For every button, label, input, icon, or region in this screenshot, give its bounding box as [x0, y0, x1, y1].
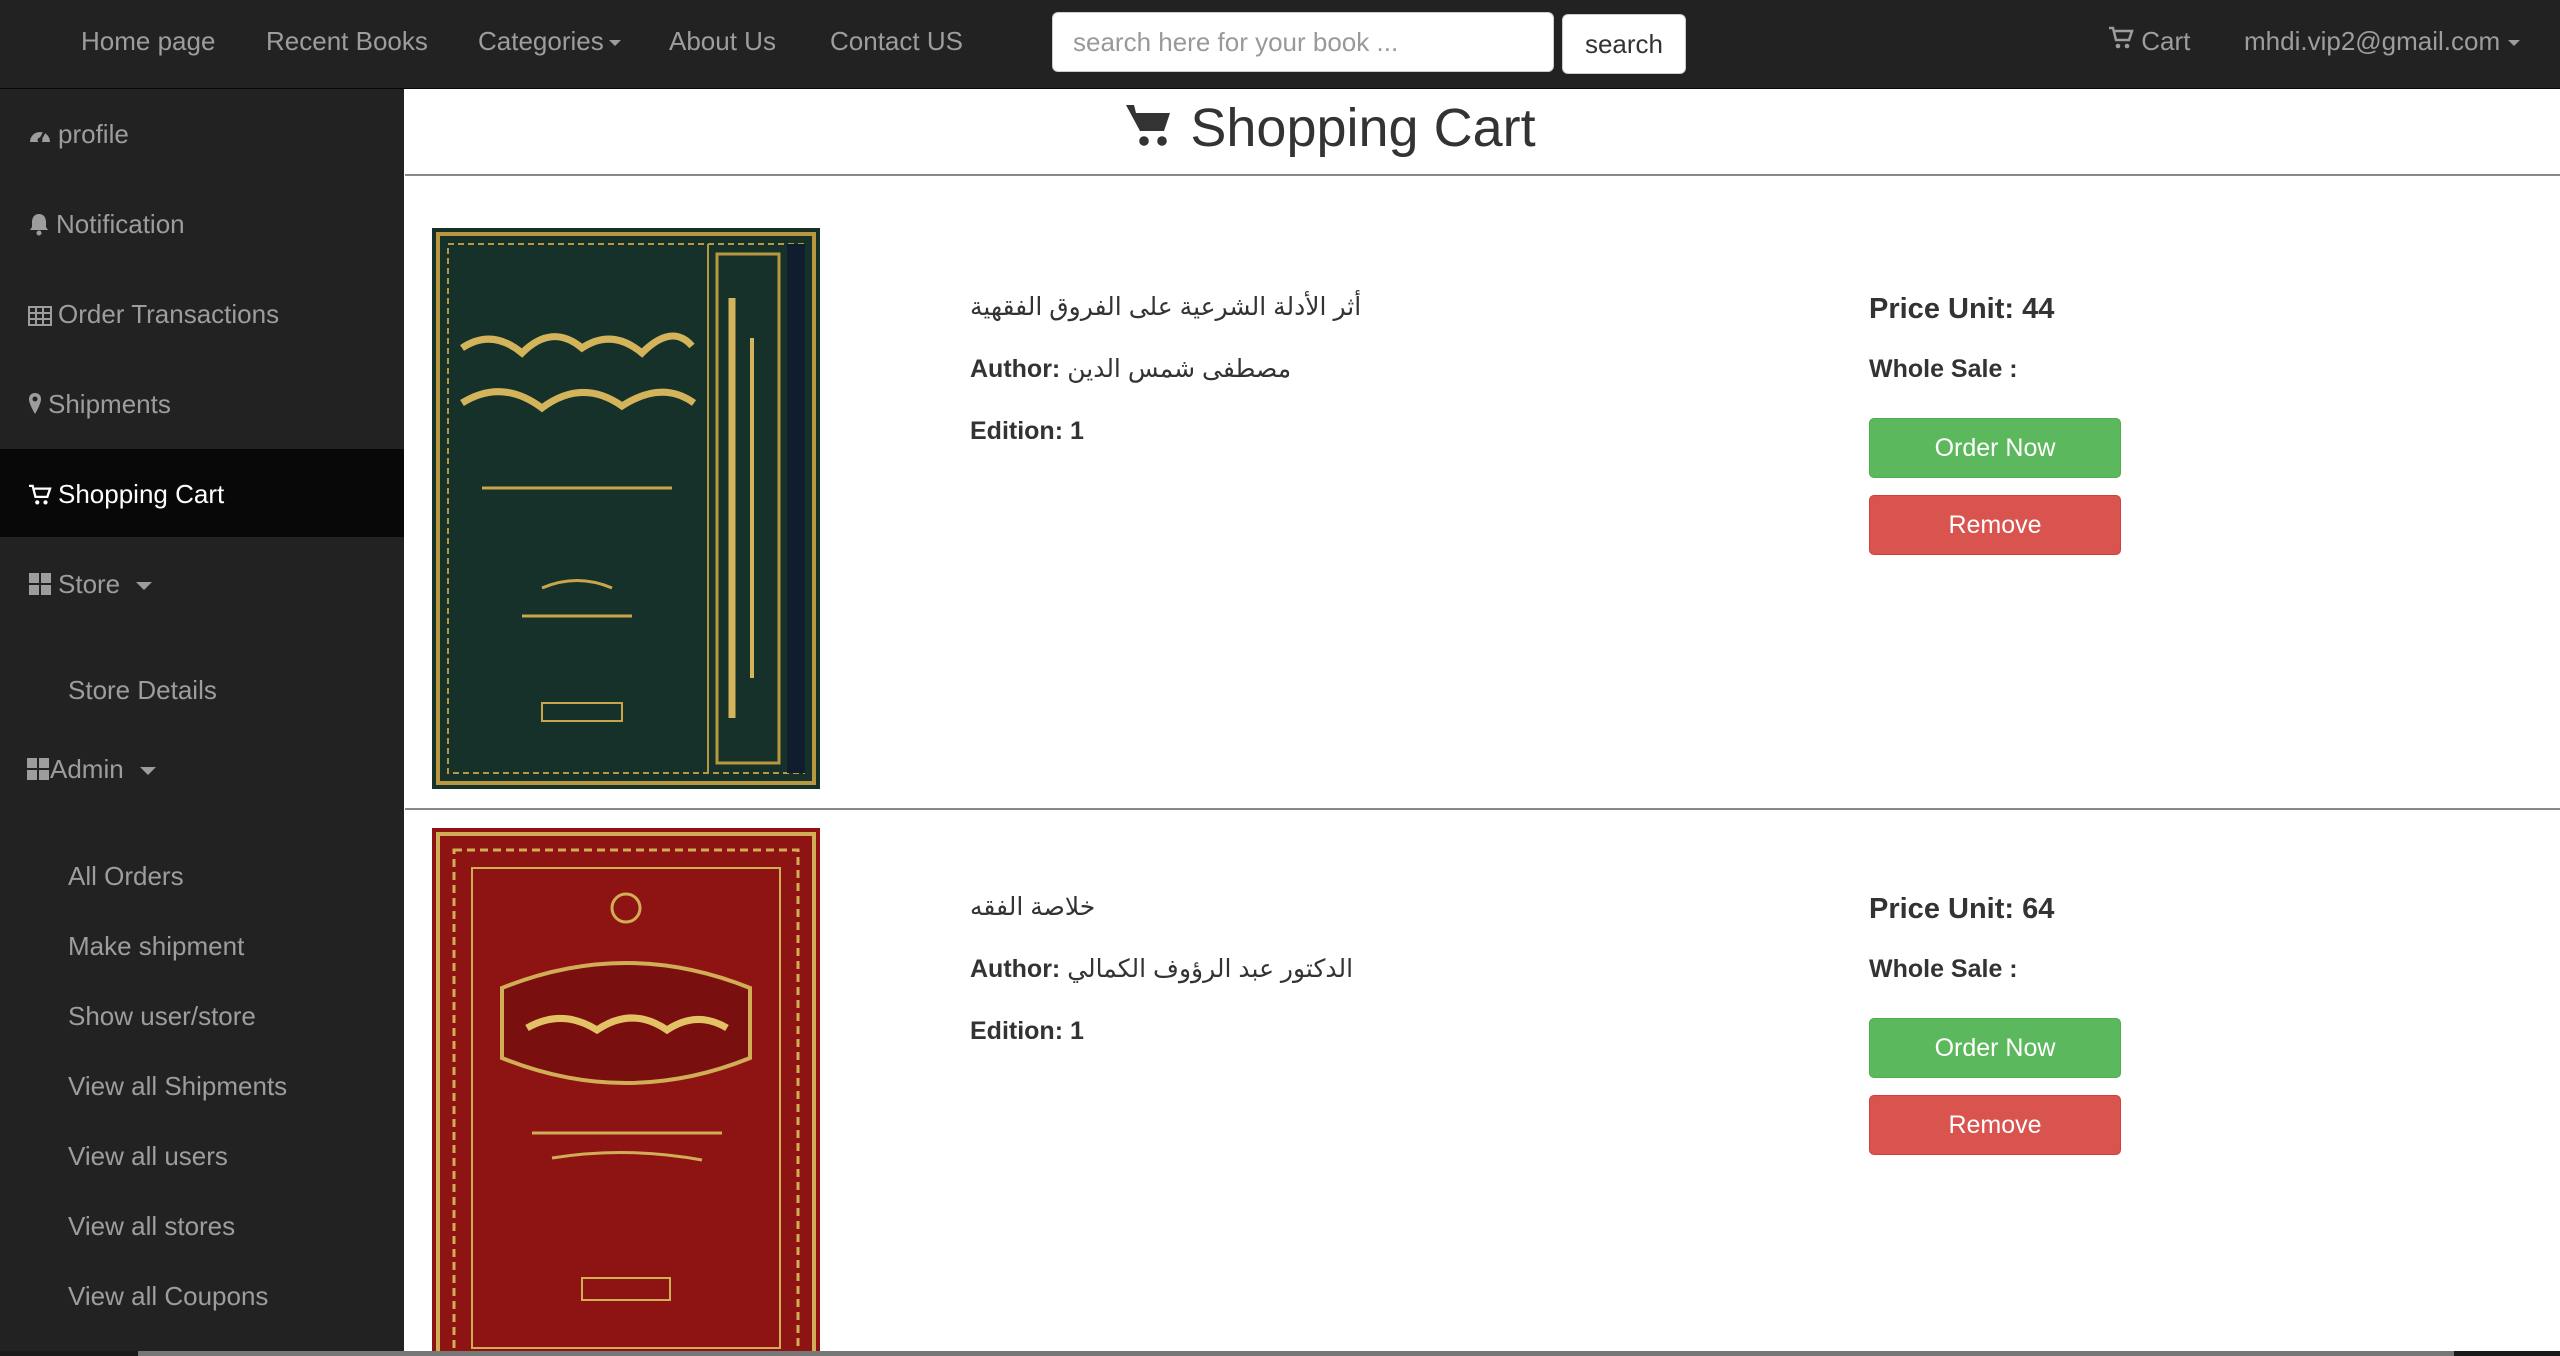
edition-label: Edition: — [970, 417, 1064, 445]
book-title: خلاصة الفقه — [970, 893, 1096, 921]
book-cover-image — [432, 228, 820, 789]
cart-icon — [1126, 105, 1171, 146]
whole-sale: Whole Sale : — [1869, 955, 2018, 983]
nav-about-link[interactable]: About Us — [669, 26, 776, 57]
nav-categories-label: Categories — [478, 26, 604, 56]
bell-icon — [30, 214, 48, 236]
book-cover-graphic — [432, 828, 820, 1351]
book-cover-graphic — [432, 228, 820, 789]
author-value: مصطفى شمس الدين — [1067, 355, 1292, 383]
book-author: Author: الدكتور عبد الرؤوف الكمالي — [970, 954, 1353, 984]
grid-icon — [27, 758, 49, 780]
remove-button[interactable]: Remove — [1869, 495, 2121, 555]
price-unit: Price Unit: 64 — [1869, 893, 2054, 926]
sidebar-subitem-all-orders[interactable]: All Orders — [68, 861, 184, 892]
nav-contact-link[interactable]: Contact US — [830, 26, 963, 57]
book-edition: Edition: 1 — [970, 417, 1084, 446]
book-cover-image — [432, 828, 820, 1351]
remove-button[interactable]: Remove — [1869, 1095, 2121, 1155]
sidebar-item-label: Order Transactions — [58, 299, 280, 329]
user-email: mhdi.vip2@gmail.com — [2244, 26, 2501, 56]
chevron-down-icon — [136, 582, 153, 591]
cart-icon — [29, 484, 52, 505]
author-label: Author: — [970, 355, 1061, 383]
order-now-button[interactable]: Order Now — [1869, 1018, 2121, 1078]
chevron-down-icon — [139, 767, 156, 776]
nav-categories-dropdown[interactable]: Categories — [478, 26, 621, 57]
divider — [405, 174, 2560, 176]
order-now-button[interactable]: Order Now — [1869, 418, 2121, 478]
main-content: Shopping Cart أثر الأدلة الشرعية على الف… — [405, 89, 2560, 1351]
price-label: Price Unit: — [1869, 293, 2015, 325]
table-icon — [28, 306, 52, 326]
edition-value: 1 — [1069, 417, 1084, 445]
search-button[interactable]: search — [1562, 14, 1686, 74]
edition-label: Edition: — [970, 1017, 1064, 1045]
sidebar-subitem-store-details[interactable]: Store Details — [68, 675, 217, 706]
nav-home-link[interactable]: Home page — [81, 26, 215, 57]
book-author: Author: مصطفى شمس الدين — [970, 354, 1291, 384]
horizontal-scrollbar[interactable] — [0, 1351, 2560, 1356]
price-label: Price Unit: — [1869, 893, 2015, 925]
author-value: الدكتور عبد الرؤوف الكمالي — [1067, 955, 1354, 983]
cart-icon — [2109, 26, 2134, 49]
sidebar-item-label: Admin — [50, 754, 124, 784]
top-navbar: Home page Recent Books Categories About … — [0, 0, 2560, 89]
price-value: 64 — [2022, 893, 2055, 925]
sidebar: profile Notification Order Transactions … — [0, 89, 404, 1351]
sidebar-item-label: Shipments — [48, 389, 171, 419]
nav-cart-label: Cart — [2141, 26, 2191, 56]
divider — [405, 808, 2560, 810]
sidebar-item-notification[interactable]: Notification — [0, 179, 404, 267]
chevron-down-icon — [608, 40, 621, 47]
chevron-down-icon — [2508, 40, 2521, 47]
price-value: 44 — [2022, 293, 2055, 325]
sidebar-item-label: profile — [58, 119, 129, 149]
price-unit: Price Unit: 44 — [1869, 293, 2054, 326]
sidebar-item-shopping-cart[interactable]: Shopping Cart — [0, 449, 404, 537]
sidebar-item-profile[interactable]: profile — [0, 89, 404, 177]
sidebar-subitem-view-all-coupons[interactable]: View all Coupons — [68, 1281, 268, 1312]
sidebar-item-label: Store — [58, 569, 121, 599]
sidebar-item-shipments[interactable]: Shipments — [0, 359, 404, 447]
sidebar-subitem-view-all-shipments[interactable]: View all Shipments — [68, 1071, 287, 1102]
author-label: Author: — [970, 955, 1061, 983]
book-title: أثر الأدلة الشرعية على الفروق الفقهية — [970, 293, 1362, 321]
sidebar-item-label: Shopping Cart — [58, 479, 225, 509]
sidebar-subitem-view-all-users[interactable]: View all users — [68, 1141, 228, 1172]
sidebar-subitem-show-user-store[interactable]: Show user/store — [68, 1001, 256, 1032]
map-marker-icon — [29, 393, 41, 414]
whole-sale: Whole Sale : — [1869, 355, 2018, 383]
sidebar-item-store[interactable]: Store — [0, 539, 404, 627]
sidebar-item-label: Notification — [56, 209, 185, 239]
dashboard-icon — [30, 130, 50, 143]
grid-icon — [29, 573, 51, 595]
sidebar-subitem-make-shipment[interactable]: Make shipment — [68, 931, 244, 962]
book-edition: Edition: 1 — [970, 1017, 1084, 1046]
edition-value: 1 — [1069, 1017, 1084, 1045]
user-menu-dropdown[interactable]: mhdi.vip2@gmail.com — [2244, 26, 2521, 57]
sidebar-subitem-view-all-stores[interactable]: View all stores — [68, 1211, 235, 1242]
page-title-text: Shopping Cart — [1190, 98, 1536, 158]
search-input[interactable] — [1052, 12, 1554, 72]
page-title: Shopping Cart — [405, 97, 2255, 159]
sidebar-item-admin[interactable]: Admin — [0, 724, 404, 812]
nav-cart-link[interactable]: Cart — [2108, 26, 2190, 57]
sidebar-item-order-transactions[interactable]: Order Transactions — [0, 269, 404, 357]
scrollbar-thumb[interactable] — [138, 1351, 2454, 1356]
nav-recent-books-link[interactable]: Recent Books — [266, 26, 428, 57]
